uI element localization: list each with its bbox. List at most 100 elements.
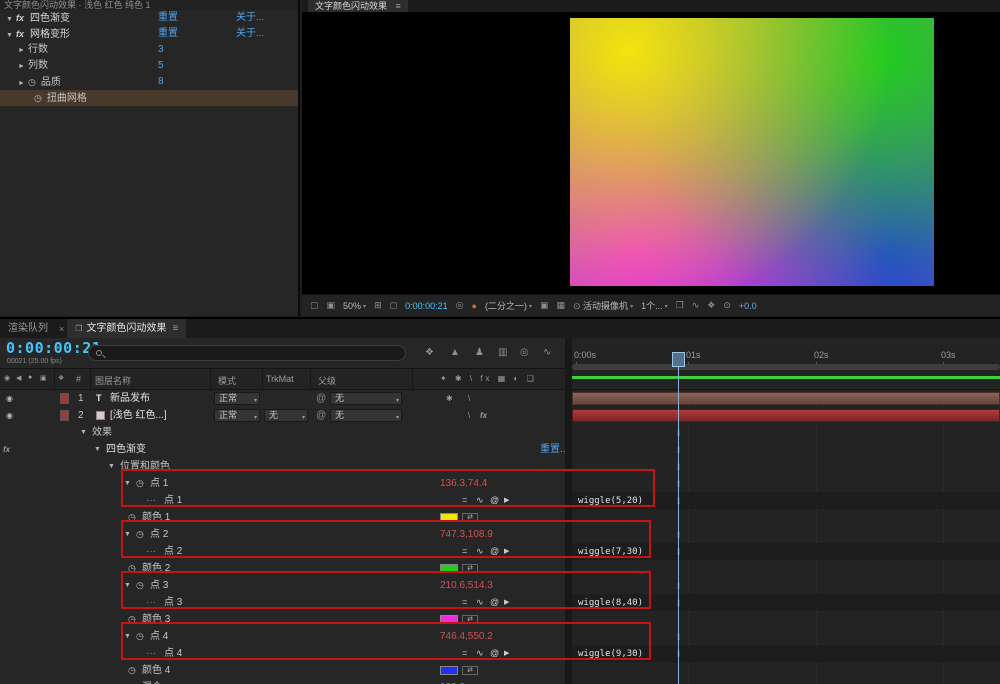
eye-icon[interactable]: ◉ [6,407,13,424]
color-property-row[interactable]: ◷ 颜色 1 ⇄ [0,509,565,526]
expression-row[interactable]: ··· 点 4 = ∿ @ ▶ [0,645,565,662]
property-value[interactable]: 100.0 [440,679,465,684]
color-property-row[interactable]: ◷ 颜色 2 ⇄ [0,560,565,577]
pick-whip-icon[interactable]: @ [490,594,499,611]
frame-blend-icon[interactable]: ▥ [498,347,507,358]
quality-switch-icon[interactable]: \ [468,407,470,424]
flowchart-icon[interactable]: ❖ [707,300,715,311]
expression-row[interactable]: ··· 点 2 = ∿ @ ▶ [0,543,565,560]
property-value[interactable]: 747.3,108.9 [440,526,493,543]
swap-colors-icon[interactable]: ⇄ [462,666,478,675]
expression-label[interactable]: 点 4 [164,645,182,662]
swap-colors-icon[interactable]: ⇄ [462,564,478,573]
resolution-select[interactable]: (二分之一)▾ [485,299,532,312]
expression-menu-icon[interactable]: ▶ [504,492,509,509]
expression-text[interactable]: wiggle(7,30) [578,547,643,557]
chevron-right-icon[interactable]: ► [18,59,28,75]
composition-viewer[interactable] [302,12,1000,294]
stopwatch-icon[interactable]: ◷ [136,628,144,645]
point-property-row[interactable]: ▼ ◷ 点 4 746.4,550.2 [0,628,565,645]
property-label[interactable]: 点 4 [150,628,168,645]
expression-menu-icon[interactable]: ▶ [504,594,509,611]
property-label[interactable]: 点 1 [150,475,168,492]
layer-row[interactable]: ◉ 2 [浅色 红色...] 正常▾ 无▾ @ 无▾ \ fx [0,407,565,424]
draft-3d-icon[interactable]: ▲ [450,347,460,358]
chevron-down-icon[interactable]: ▼ [108,458,118,475]
motion-blur-icon[interactable]: ◎ [520,347,529,358]
expression-field[interactable]: wiggle(9,30) [572,645,1000,662]
effects-group-label[interactable]: 效果 [92,424,112,441]
stopwatch-icon[interactable]: ◷ [128,662,136,679]
column-parent[interactable]: 父级 [318,374,336,387]
expression-enable-icon[interactable]: = [462,492,467,509]
color-swatch[interactable] [440,564,458,573]
playhead-handle[interactable] [672,352,685,367]
graph-editor-icon[interactable]: ∿ [543,347,551,358]
column-mode[interactable]: 模式 [218,374,236,387]
camera-select[interactable]: ⊙ 活动摄像机▾ [573,299,633,312]
fx-icon[interactable]: fx [16,29,24,39]
stopwatch-icon[interactable]: ◷ [128,509,136,526]
effect-row-four-color-gradient[interactable]: ▼fx四色渐变 重置 关于... [0,10,298,26]
expression-menu-icon[interactable]: ▶ [504,645,509,662]
expression-menu-icon[interactable]: ▶ [504,543,509,560]
monitor-alt-icon[interactable]: ▣ [327,300,336,311]
expression-graph-icon[interactable]: ∿ [476,645,484,662]
snapshot-icon[interactable]: ◎ [456,300,464,311]
exposure-value[interactable]: +0.0 [739,301,757,311]
property-group-label[interactable]: 位置和颜色 [120,458,170,475]
property-row-rows[interactable]: ►行数 3 [0,42,298,58]
reset-effect-link[interactable]: 重置 [540,441,560,458]
expression-text[interactable]: wiggle(9,30) [578,649,643,659]
expression-label[interactable]: 点 3 [164,594,182,611]
panel-divider[interactable] [565,338,572,684]
expression-field[interactable]: wiggle(8,40) [572,594,1000,611]
property-row-columns[interactable]: ►列数 5 [0,58,298,74]
panel-menu-icon[interactable]: ≡ [172,323,178,334]
quality-switch-icon[interactable]: \ [468,390,470,407]
current-time-indicator[interactable] [678,352,679,684]
tab-render-queue[interactable]: 渲染队列 [0,319,56,338]
column-trkmat[interactable]: TrkMat [266,374,294,384]
panel-menu-icon[interactable]: ≡ [396,1,401,11]
eye-icon[interactable]: ◉ [6,390,13,407]
effect-row[interactable]: fx ▼ 四色渐变 重置 ... [0,441,565,458]
comp-mini-flowchart-icon[interactable]: ❖ [425,347,434,358]
grid-options-icon[interactable]: ⊞ [374,300,382,311]
hide-shy-icon[interactable]: ♟ [475,347,484,358]
property-label[interactable]: 混合 [142,679,162,684]
reset-effect-link[interactable]: 重置 [158,10,178,26]
expression-graph-icon[interactable]: ∿ [476,543,484,560]
monitor-icon[interactable]: ▢ [310,300,319,311]
track-rows[interactable]: wiggle(5,20) wiggle(7,30) wiggle(8,40) w… [572,390,1000,684]
stopwatch-icon[interactable]: ◷ [136,526,144,543]
color-swatch[interactable] [440,513,458,522]
composition-tab[interactable]: 文字颜色闪动效果 ≡ [308,0,408,12]
property-value[interactable]: 3 [158,42,164,58]
color-property-row[interactable]: ◷ 颜色 4 ⇄ [0,662,565,679]
stopwatch-icon[interactable]: ◷ [128,560,136,577]
expression-field[interactable]: wiggle(7,30) [572,543,1000,560]
rasterize-switch-icon[interactable]: ✱ [446,390,453,407]
effect-name[interactable]: 四色渐变 [106,441,146,458]
property-row-quality[interactable]: ►◷品质 8 [0,74,298,90]
stopwatch-icon[interactable]: ◷ [34,93,42,103]
property-label[interactable]: 点 3 [150,577,168,594]
expression-label[interactable]: 点 2 [164,543,182,560]
expression-text[interactable]: wiggle(8,40) [578,598,643,608]
expression-row[interactable]: ··· 点 3 = ∿ @ ▶ [0,594,565,611]
expression-field[interactable]: wiggle(5,20) [572,492,1000,509]
layer-name[interactable]: [浅色 红色...] [110,407,167,424]
region-of-interest-icon[interactable]: ▣ [540,300,549,311]
show-channel-icon[interactable]: ● [472,301,477,311]
chevron-right-icon[interactable]: ► [18,43,28,59]
chevron-down-icon[interactable]: ▼ [94,441,104,458]
parent-select[interactable]: 无▾ [330,392,402,405]
property-row-distortion-mesh[interactable]: ◷扭曲网格 [0,90,298,106]
fast-preview-icon[interactable]: ∿ [692,300,700,311]
stopwatch-icon[interactable]: ◷ [136,475,144,492]
view-layout-select[interactable]: 1个...▾ [641,299,668,312]
blend-mode-select[interactable]: 正常▾ [214,409,260,422]
blend-property-row[interactable]: ◷ 混合 100.0 [0,679,565,684]
preview-timecode[interactable]: 0:00:00:21 [405,301,448,311]
